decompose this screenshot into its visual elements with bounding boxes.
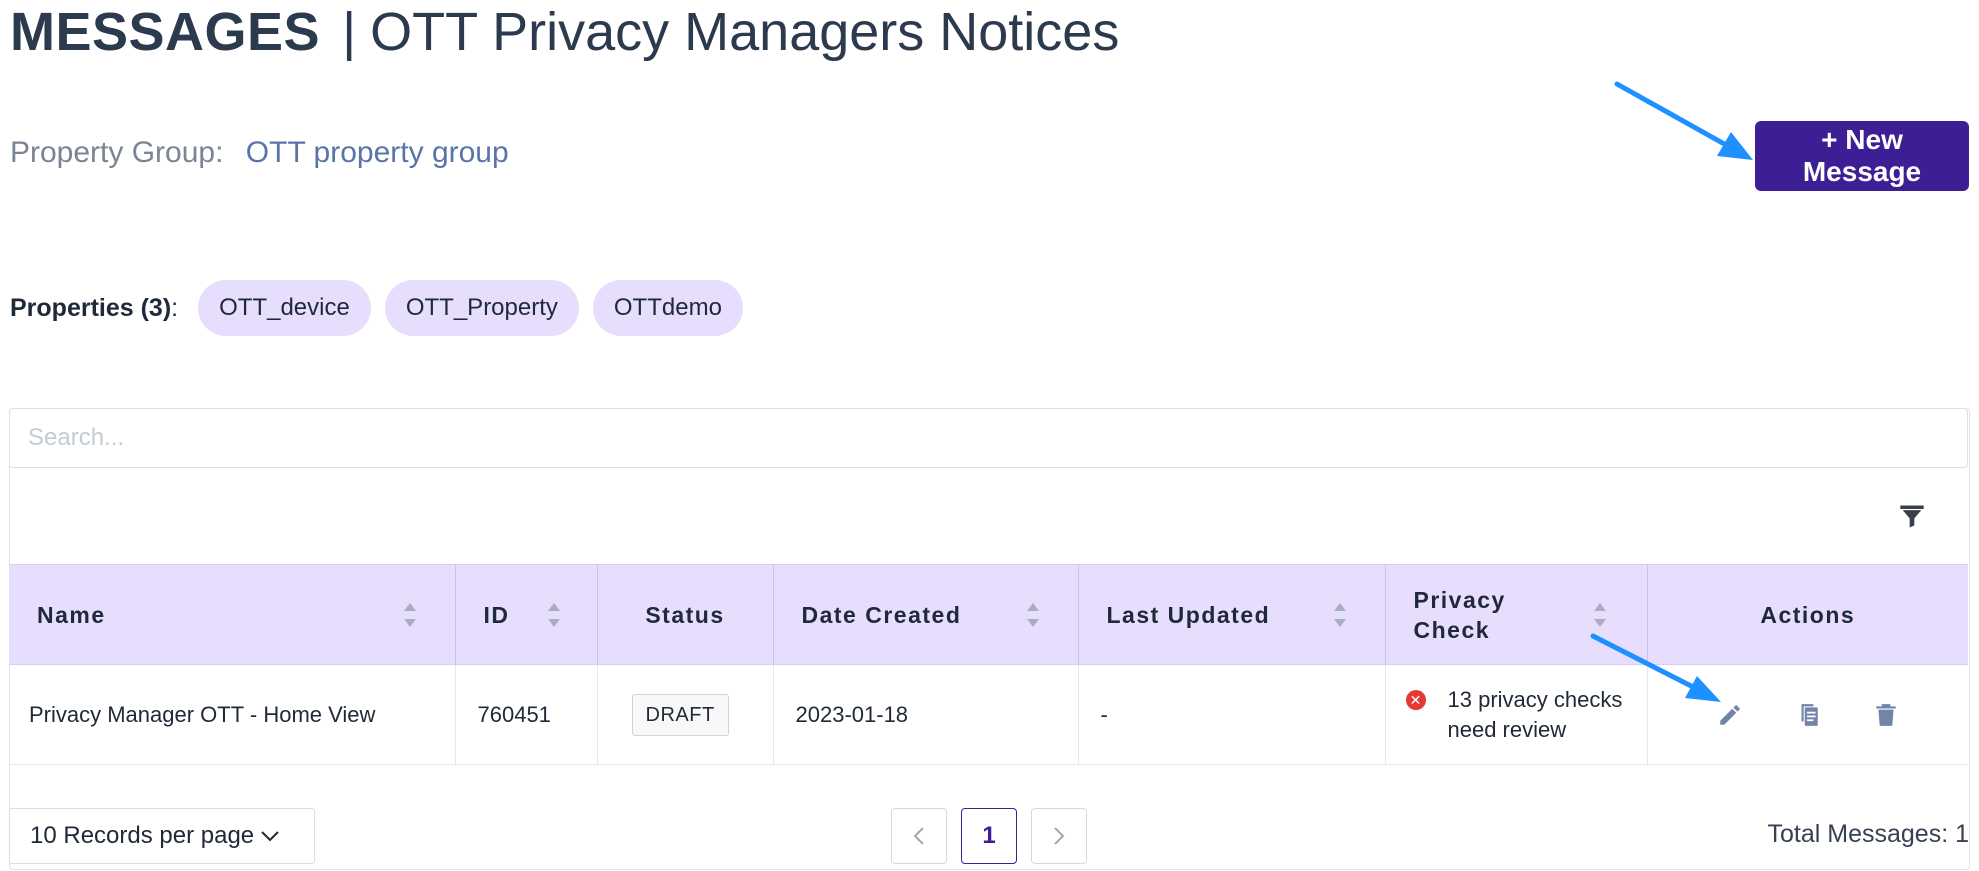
property-chip[interactable]: OTTdemo — [592, 280, 743, 336]
new-message-button[interactable]: + New Message — [1755, 121, 1969, 191]
sort-icon[interactable] — [1333, 602, 1347, 627]
search-input[interactable] — [9, 408, 1968, 468]
total-messages: Total Messages: 1 — [1767, 820, 1970, 848]
cell-actions — [1647, 664, 1968, 765]
properties-label: Properties (3): — [10, 293, 179, 322]
status-badge: DRAFT — [631, 693, 729, 736]
sort-icon[interactable] — [547, 602, 561, 627]
column-header-id[interactable]: ID — [455, 564, 598, 665]
cell-date-created: 2023-01-18 — [773, 664, 1079, 765]
records-per-page-label: 10 Records per page — [30, 822, 255, 849]
trash-icon[interactable] — [1873, 702, 1899, 728]
annotation-arrow-new-message — [1614, 81, 1753, 160]
cell-last-updated: - — [1078, 664, 1386, 765]
column-header-privacy-check[interactable]: Privacy Check — [1385, 564, 1648, 665]
pencil-icon[interactable] — [1717, 702, 1743, 728]
sort-icon[interactable] — [403, 602, 417, 627]
properties-row: Properties (3): OTT_device OTT_Property … — [10, 280, 757, 336]
page-title-bold: MESSAGES — [10, 2, 321, 62]
filter-icon[interactable] — [1898, 502, 1926, 530]
cell-status: DRAFT — [597, 664, 774, 765]
page-1-button[interactable]: 1 — [961, 808, 1017, 864]
cell-name: Privacy Manager OTT - Home View — [9, 664, 456, 765]
next-page-button[interactable] — [1031, 808, 1087, 864]
messages-table: Name ID Status Date Created Last Updated… — [9, 564, 1968, 765]
table-row: Privacy Manager OTT - Home View 760451 D… — [9, 664, 1968, 765]
column-header-last-updated[interactable]: Last Updated — [1078, 564, 1386, 665]
property-group-value[interactable]: OTT property group — [246, 136, 509, 169]
records-per-page-select[interactable]: 10 Records per page — [9, 808, 315, 864]
sort-icon[interactable] — [1026, 602, 1040, 627]
property-group: Property Group: OTT property group — [10, 136, 509, 170]
page-title-rest: OTT Privacy Managers Notices — [370, 2, 1120, 62]
property-chip[interactable]: OTT_device — [198, 280, 371, 336]
property-chip[interactable]: OTT_Property — [384, 280, 579, 336]
copy-icon[interactable] — [1795, 702, 1821, 728]
column-header-status: Status — [597, 564, 774, 665]
column-header-actions: Actions — [1647, 564, 1968, 665]
column-header-date-created[interactable]: Date Created — [773, 564, 1079, 665]
sort-icon[interactable] — [1593, 602, 1607, 627]
column-header-name[interactable]: Name — [9, 564, 456, 665]
property-group-label: Property Group: — [10, 136, 224, 169]
title-separator: | — [342, 2, 357, 62]
chevron-left-icon — [913, 827, 924, 845]
chevron-down-icon — [261, 831, 279, 842]
error-icon: ✕ — [1405, 689, 1426, 710]
page-title: MESSAGES | OTT Privacy Managers Notices — [10, 0, 1119, 64]
table-header-row: Name ID Status Date Created Last Updated… — [9, 564, 1968, 665]
privacy-check-text: 13 privacy checks need review — [1447, 686, 1623, 742]
chevron-right-icon — [1054, 827, 1065, 845]
prev-page-button[interactable] — [891, 808, 947, 864]
cell-id: 760451 — [455, 664, 598, 765]
cell-privacy-check: ✕ 13 privacy checks need review — [1385, 664, 1648, 765]
